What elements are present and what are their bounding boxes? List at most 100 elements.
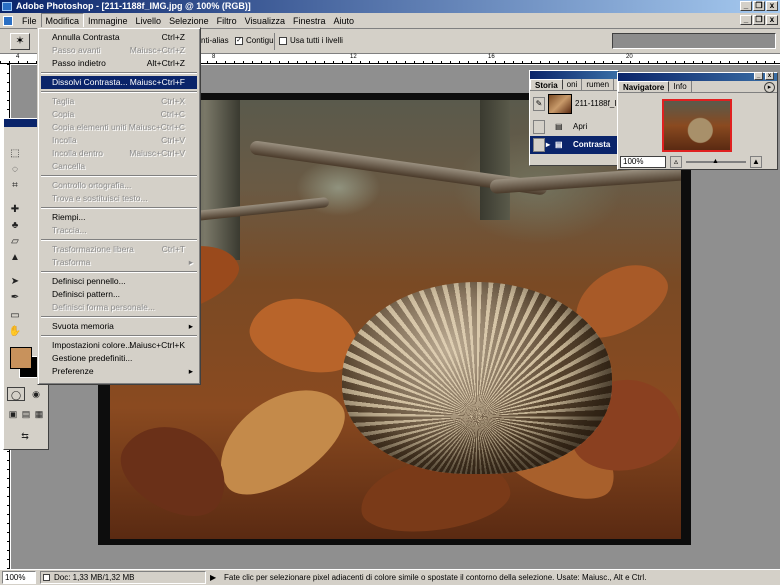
antialias-label: nti-alias bbox=[201, 36, 229, 45]
menu-separator bbox=[41, 271, 197, 273]
brush-source-icon[interactable]: ✎ bbox=[533, 97, 545, 111]
eraser-tool-icon[interactable]: ▱ bbox=[8, 235, 22, 249]
tab-strumenti[interactable]: rumen bbox=[582, 79, 615, 90]
blur-tool-icon[interactable]: ▲ bbox=[8, 251, 22, 265]
zoom-slider-thumb[interactable]: ▲ bbox=[712, 158, 719, 165]
standard-mode-icon[interactable]: ◯ bbox=[7, 387, 25, 401]
full-screen-icon[interactable]: ▦ bbox=[33, 407, 45, 421]
divider bbox=[274, 33, 275, 50]
menu-item-trasformazione-libera: Trasformazione libera Ctrl+T bbox=[52, 244, 185, 254]
history-step-selected[interactable]: ▸ ▤ Contrasta bbox=[530, 136, 618, 154]
zoom-in-icon[interactable]: ▲ bbox=[750, 156, 762, 168]
menu-item-copia-elementi-uniti: Copia elementi uniti Maiusc+Ctrl+C bbox=[52, 122, 185, 132]
history-title-bar[interactable] bbox=[530, 71, 618, 79]
menu-visualizza[interactable]: Visualizza bbox=[241, 13, 289, 29]
palette-menu-icon[interactable]: ▸ bbox=[764, 82, 775, 93]
menu-item-annulla[interactable]: Annulla Contrasta Ctrl+Z bbox=[41, 31, 197, 44]
zoom-out-icon[interactable]: ▵ bbox=[670, 156, 682, 168]
doc-sizes-icon bbox=[43, 574, 50, 581]
app-title-bar: Adobe Photoshop - [211-1188f_IMG.jpg @ 1… bbox=[0, 0, 780, 13]
menu-separator bbox=[41, 335, 197, 337]
foreground-color-swatch[interactable] bbox=[10, 347, 32, 369]
leaf bbox=[110, 407, 243, 533]
menu-item-passo-indietro[interactable]: Passo indietro Alt+Ctrl+Z bbox=[41, 57, 197, 70]
ruler-label: 4 bbox=[16, 54, 20, 60]
navigator-palette: _ x Navigatore Info ▸ 100% ▵ ▲ ▲ bbox=[617, 72, 778, 170]
palette-well[interactable] bbox=[612, 33, 776, 49]
menu-item-svuota-memoria[interactable]: Svuota memoria ▸ bbox=[41, 320, 197, 333]
palette-minimize-button[interactable]: _ bbox=[754, 72, 763, 80]
magic-wand-icon[interactable]: ✶ bbox=[10, 33, 30, 50]
menu-item-impostazioni-colore[interactable]: Impostazioni colore... Maiusc+Ctrl+K bbox=[41, 339, 197, 352]
document-icon[interactable] bbox=[3, 16, 13, 26]
status-bar: 100% Doc: 1,33 MB/1,32 MB ▶ Fate clic pe… bbox=[0, 569, 780, 585]
doc-close-button[interactable]: x bbox=[766, 15, 778, 25]
menu-item-dissolvi[interactable]: Dissolvi Contrasta... Maiusc+Ctrl+F bbox=[41, 76, 197, 89]
quick-mask-icon[interactable]: ◉ bbox=[27, 387, 45, 401]
snapshot-thumbnail bbox=[548, 94, 572, 114]
menu-filtro[interactable]: Filtro bbox=[213, 13, 241, 29]
usa-tutti-checkbox[interactable] bbox=[279, 37, 287, 45]
healing-brush-icon[interactable]: ✚ bbox=[8, 203, 22, 217]
history-step-label: Contrasta bbox=[573, 140, 611, 149]
menu-item-riempi[interactable]: Riempi... bbox=[41, 211, 197, 224]
history-step-icon: ▤ bbox=[555, 140, 563, 149]
brush-source-slot[interactable] bbox=[533, 138, 545, 152]
submenu-arrow-icon: ▸ bbox=[188, 257, 193, 267]
tree-trunk bbox=[480, 100, 510, 220]
doc-minimize-button[interactable]: _ bbox=[740, 15, 752, 25]
ruler-label: 16 bbox=[488, 54, 495, 60]
history-palette: Storia oni rumen ✎ 211-1188f_IMG.jpg ▤ A… bbox=[529, 70, 619, 166]
crop-tool-icon[interactable]: ⌗ bbox=[8, 179, 22, 193]
status-arrow-icon[interactable]: ▶ bbox=[210, 570, 216, 585]
modifica-menu: Annulla Contrasta Ctrl+Z Passo avanti Maiu… bbox=[37, 27, 201, 385]
history-step-icon: ▤ bbox=[555, 122, 563, 131]
status-zoom[interactable]: 100% bbox=[2, 571, 36, 584]
tab-info[interactable]: Info bbox=[669, 81, 692, 92]
hand-tool-icon[interactable]: ✋ bbox=[8, 325, 22, 339]
tab-navigatore[interactable]: Navigatore bbox=[618, 81, 670, 92]
palette-close-button[interactable]: x bbox=[765, 72, 774, 80]
minimize-button[interactable]: _ bbox=[740, 1, 752, 11]
lasso-tool-icon[interactable]: ◌ bbox=[8, 163, 22, 177]
clone-stamp-icon[interactable]: ♣ bbox=[8, 219, 22, 233]
close-button[interactable]: x bbox=[766, 1, 778, 11]
menu-item-definisci-pennello[interactable]: Definisci pennello... bbox=[41, 275, 197, 288]
pen-tool-icon[interactable]: ✒ bbox=[8, 291, 22, 305]
jump-to-imageready-icon[interactable]: ⇆ bbox=[10, 429, 40, 443]
doc-maximize-button[interactable]: ❐ bbox=[753, 15, 765, 25]
menu-aiuto[interactable]: Aiuto bbox=[329, 13, 358, 29]
usa-tutti-label: Usa tutti i livelli bbox=[290, 36, 343, 45]
window-title: Adobe Photoshop - [211-1188f_IMG.jpg @ 1… bbox=[16, 1, 251, 11]
menu-finestra[interactable]: Finestra bbox=[289, 13, 330, 29]
menu-separator bbox=[41, 316, 197, 318]
screen-mode-menu-icon[interactable]: ▤ bbox=[20, 407, 32, 421]
menu-separator bbox=[41, 175, 197, 177]
history-snapshot[interactable]: ✎ 211-1188f_IMG.jpg bbox=[530, 93, 619, 117]
menu-item-gestione-predefiniti[interactable]: Gestione predefiniti... bbox=[41, 352, 197, 365]
contigui-checkbox[interactable]: ✓ bbox=[235, 37, 243, 45]
tab-azioni[interactable]: oni bbox=[563, 79, 583, 90]
marquee-tool-icon[interactable]: ⬚ bbox=[8, 147, 22, 161]
history-step[interactable]: ▤ Apri bbox=[530, 118, 618, 136]
screen-mode-icon[interactable]: ▣ bbox=[7, 407, 19, 421]
history-state-pointer-icon[interactable]: ▸ bbox=[546, 136, 550, 154]
menu-item-definisci-forma: Definisci forma personale... bbox=[52, 302, 155, 312]
path-selection-icon[interactable]: ➤ bbox=[8, 275, 22, 289]
brush-source-slot[interactable] bbox=[533, 120, 545, 134]
maximize-button[interactable]: ❐ bbox=[753, 1, 765, 11]
navigator-zoom-input[interactable]: 100% bbox=[620, 156, 666, 168]
menu-item-controllo-ortografia: Controllo ortografia... bbox=[52, 180, 132, 190]
menu-item-definisci-pattern[interactable]: Definisci pattern... bbox=[41, 288, 197, 301]
menu-item-passo-avanti: Passo avanti Maiusc+Ctrl+Z bbox=[52, 45, 185, 55]
menu-item-cancella: Cancella bbox=[52, 161, 86, 171]
ruler-label: 20 bbox=[626, 54, 633, 60]
submenu-arrow-icon: ▸ bbox=[188, 366, 193, 376]
tab-storia[interactable]: Storia bbox=[530, 79, 563, 90]
menu-separator bbox=[41, 91, 197, 93]
menu-item-preferenze[interactable]: Preferenze ▸ bbox=[41, 365, 197, 378]
menu-item-trova-sostituisci: Trova e sostituisci testo... bbox=[52, 193, 148, 203]
notes-tool-icon[interactable]: ▭ bbox=[8, 309, 22, 323]
ruler-label: 8 bbox=[212, 54, 216, 60]
navigator-thumbnail[interactable] bbox=[662, 99, 732, 152]
